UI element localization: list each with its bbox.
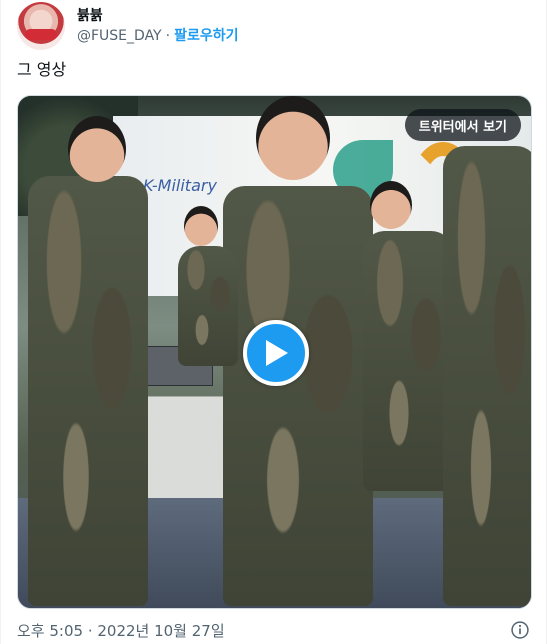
- soldier-back-left: [178, 246, 238, 366]
- video-player[interactable]: K-Military 트위터에서 보기: [17, 95, 532, 609]
- banner-title: K-Military: [143, 176, 217, 195]
- view-on-twitter-button[interactable]: 트위터에서 보기: [404, 109, 521, 141]
- separator-dot: ·: [165, 28, 171, 44]
- soldier-right: [443, 146, 531, 606]
- info-icon[interactable]: [510, 620, 530, 640]
- soldier-left-head: [68, 116, 126, 182]
- follow-button[interactable]: 팔로우하기: [174, 26, 238, 46]
- author-info: 뷹뷹 @FUSE_DAY · 팔로우하기: [77, 6, 238, 46]
- play-button[interactable]: [243, 320, 309, 386]
- timestamp[interactable]: 오후 5:05 · 2022년 10월 27일: [17, 620, 225, 641]
- tweet-footer: 오후 5:05 · 2022년 10월 27일: [17, 619, 530, 641]
- display-name[interactable]: 뷹뷹: [77, 6, 238, 26]
- soldier-center-head: [256, 96, 330, 180]
- soldier-left: [28, 176, 148, 606]
- handle[interactable]: @FUSE_DAY: [77, 26, 162, 46]
- tweet-text: 그 영상: [17, 60, 67, 79]
- play-icon: [266, 340, 288, 366]
- soldier-back-left-head: [184, 206, 218, 246]
- soldier-back-middle-head: [370, 181, 412, 229]
- avatar[interactable]: [17, 2, 65, 50]
- handle-line: @FUSE_DAY · 팔로우하기: [77, 26, 238, 46]
- tweet-header: 뷹뷹 @FUSE_DAY · 팔로우하기: [17, 0, 238, 52]
- soldier-back-middle: [363, 231, 453, 491]
- soldier-center: [223, 186, 373, 606]
- tweet-card: 뷹뷹 @FUSE_DAY · 팔로우하기 그 영상 K-Military 트위터…: [0, 0, 547, 644]
